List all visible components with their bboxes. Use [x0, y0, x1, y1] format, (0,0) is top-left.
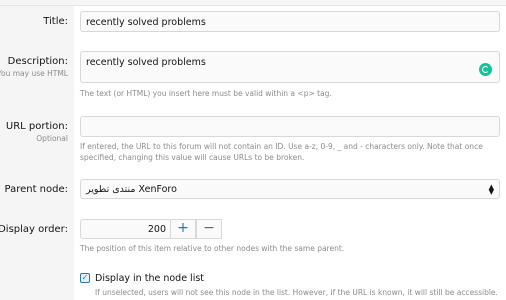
top-divider [0, 0, 506, 6]
display-order-input[interactable]: 200 [80, 219, 171, 239]
description-label: Description: [7, 56, 68, 67]
label-column [0, 0, 74, 300]
display-order-hint: The position of this item relative to ot… [80, 244, 345, 253]
display-order-value: 200 [147, 224, 166, 235]
chevron-updown-icon: ▲ ▼ [488, 183, 494, 196]
title-label: Title: [43, 16, 68, 27]
parent-node-select[interactable]: منتدى تطوير XenForo ▲ ▼ [80, 179, 500, 199]
display-in-list-checkbox[interactable]: ✓ [80, 273, 90, 283]
display-in-list-label[interactable]: Display in the node list [95, 273, 204, 284]
description-hint: The text (or HTML) you insert here must … [80, 89, 332, 98]
increment-button[interactable]: + [170, 219, 196, 239]
check-icon: ✓ [81, 273, 89, 282]
url-portion-hint: If entered, the URL to this forum will n… [80, 142, 483, 162]
decrement-button[interactable]: − [196, 219, 222, 239]
url-portion-label: URL portion: [5, 121, 68, 132]
display-order-label: Display order: [0, 224, 68, 235]
url-portion-sublabel: Optional [36, 134, 68, 143]
description-sublabel: You may use HTML [0, 69, 68, 78]
grammarly-icon[interactable] [479, 63, 492, 76]
description-value: recently solved problems [86, 57, 206, 68]
title-input[interactable]: recently solved problems [80, 11, 500, 32]
parent-node-value: منتدى تطوير XenForo [86, 184, 177, 195]
parent-node-label: Parent node: [4, 184, 68, 195]
description-textarea[interactable]: recently solved problems [80, 51, 500, 83]
display-in-list-hint: If unselected, users will not see this n… [95, 288, 498, 297]
title-value: recently solved problems [86, 17, 206, 28]
url-portion-input[interactable] [80, 116, 500, 137]
